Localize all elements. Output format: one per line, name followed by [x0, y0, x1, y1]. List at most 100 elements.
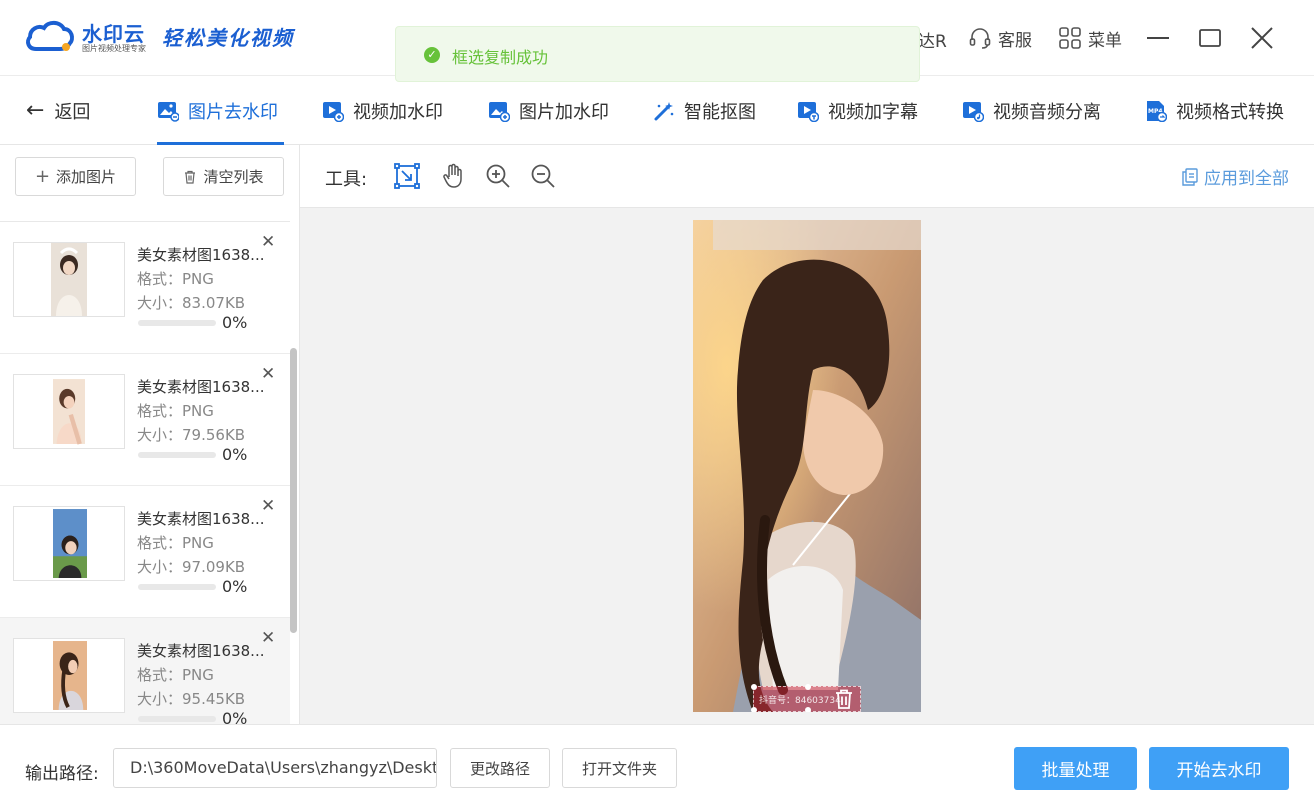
- video-subtitle-icon: [798, 102, 819, 122]
- progress-bar: [138, 584, 216, 590]
- remove-file-icon[interactable]: ✕: [261, 366, 275, 383]
- menu-button[interactable]: 菜单: [1058, 24, 1122, 52]
- file-thumbnail: [13, 638, 125, 713]
- remove-file-icon[interactable]: ✕: [261, 630, 275, 647]
- batch-process-button[interactable]: 批量处理: [1014, 747, 1137, 790]
- remove-file-icon[interactable]: ✕: [261, 498, 275, 515]
- file-size: 大小：95.45KB: [137, 690, 246, 708]
- maximize-icon: [1199, 29, 1221, 47]
- file-thumbnail: [13, 374, 125, 449]
- file-list-item[interactable]: 美女素材图1638... 格式：PNG 大小：97.09KB 0% ✕: [0, 486, 290, 618]
- file-list-item[interactable]: 美女素材图1638... 格式：PNG 大小：83.07KB 0% ✕: [0, 222, 290, 354]
- resize-handle[interactable]: [751, 684, 757, 690]
- start-remove-watermark-button[interactable]: 开始去水印: [1149, 747, 1289, 790]
- delete-selection-icon[interactable]: [833, 688, 855, 710]
- tab-video-add-subtitle[interactable]: 视频加字幕: [797, 96, 918, 126]
- zoom-in-tool[interactable]: [484, 162, 512, 190]
- file-name: 美女素材图1638...: [137, 246, 265, 264]
- thumbnail-image: [51, 243, 87, 316]
- tab-label: 视频加字幕: [828, 102, 918, 123]
- customer-service-label: 客服: [998, 30, 1032, 51]
- headset-icon: [969, 28, 991, 49]
- progress-percent: 0%: [222, 709, 248, 725]
- tab-video-add-watermark[interactable]: 视频加水印: [322, 96, 443, 126]
- add-image-label: 添加图片: [56, 168, 117, 186]
- progress-percent: 0%: [222, 313, 248, 332]
- file-list-item-selected[interactable]: 美女素材图1638... 格式：PNG 大小：95.45KB 0% ✕: [0, 618, 290, 725]
- tab-image-remove-watermark[interactable]: 图片去水印: [157, 96, 278, 126]
- clear-list-label: 清空列表: [203, 168, 264, 186]
- tab-video-audio-separate[interactable]: 视频音频分离: [962, 96, 1101, 126]
- tab-label: 图片去水印: [188, 102, 278, 123]
- file-name: 美女素材图1638...: [137, 642, 265, 660]
- video-add-icon: [323, 102, 344, 122]
- tab-smart-cutout[interactable]: 智能抠图: [653, 96, 756, 126]
- close-window-button[interactable]: [1244, 20, 1280, 56]
- file-size: 大小：83.07KB: [137, 294, 246, 312]
- sidebar-scrollbar[interactable]: [290, 348, 297, 633]
- toast-message: 框选复制成功: [452, 48, 549, 67]
- back-button[interactable]: ← 返回: [26, 98, 90, 124]
- add-image-button[interactable]: + 添加图片: [15, 157, 136, 196]
- zoom-in-icon: [486, 164, 510, 188]
- thumbnail-image: [53, 641, 87, 710]
- hand-tool[interactable]: [439, 162, 467, 190]
- tools-label: 工具:: [325, 169, 368, 190]
- check-circle-icon: ✓: [424, 47, 440, 63]
- close-icon: [1251, 27, 1273, 49]
- thumbnail-image: [53, 379, 85, 445]
- tab-image-add-watermark[interactable]: 图片加水印: [488, 96, 609, 126]
- apply-to-all-button[interactable]: 应用到全部: [1182, 164, 1289, 189]
- preview-canvas[interactable]: 抖音号：84603734: [300, 208, 1314, 724]
- arrow-left-icon: ←: [26, 98, 45, 123]
- progress-percent: 0%: [222, 445, 248, 464]
- plus-icon: +: [34, 166, 51, 187]
- app-window: 水印云 图片视频处理专家 轻松美化视频 达R 客服 菜单 ✓ 框选复制成功 ← …: [0, 0, 1314, 810]
- change-path-button[interactable]: 更改路径: [450, 748, 550, 788]
- footer-bar: 输出路径: D:\360MoveData\Users\zhangyz\Deskt…: [0, 724, 1314, 810]
- image-icon: [158, 102, 179, 122]
- file-format: 格式：PNG: [137, 402, 214, 420]
- customer-service-button[interactable]: 客服: [968, 24, 1032, 52]
- progress-percent: 0%: [222, 577, 248, 596]
- file-format: 格式：PNG: [137, 666, 214, 684]
- preview-image: 抖音号：84603734: [693, 220, 921, 712]
- zoom-out-tool[interactable]: [529, 162, 557, 190]
- select-box-icon: [394, 163, 420, 189]
- copy-icon: [1182, 167, 1198, 186]
- resize-handle[interactable]: [805, 684, 811, 690]
- select-box-tool[interactable]: [393, 162, 421, 190]
- maximize-button[interactable]: [1192, 20, 1228, 56]
- file-thumbnail: [13, 242, 125, 317]
- file-name: 美女素材图1638...: [137, 378, 265, 396]
- clear-list-button[interactable]: 清空列表: [163, 157, 284, 196]
- resize-handle[interactable]: [805, 707, 811, 712]
- tab-label: 智能抠图: [684, 102, 756, 123]
- watermark-text: 抖音号：84603734: [759, 696, 841, 706]
- output-path-field[interactable]: D:\360MoveData\Users\zhangyz\Desktop: [113, 748, 437, 788]
- success-toast: ✓ 框选复制成功: [395, 26, 920, 82]
- tab-label: 视频格式转换: [1176, 102, 1284, 123]
- file-sidebar: + 添加图片 清空列表 美女素材图1638... 格式：PNG 大小：83.07…: [0, 145, 300, 725]
- open-folder-button[interactable]: 打开文件夹: [562, 748, 677, 788]
- progress-bar: [138, 716, 216, 722]
- tab-video-format-convert[interactable]: MP4 视频格式转换: [1145, 96, 1284, 126]
- user-name[interactable]: 达R: [918, 27, 947, 52]
- remove-file-icon[interactable]: ✕: [261, 234, 275, 251]
- editor-toolbar: 工具: 应用到全部: [300, 145, 1314, 208]
- logo-subtitle: 图片视频处理专家: [82, 44, 146, 53]
- progress-bar: [138, 320, 216, 326]
- tab-label: 图片加水印: [519, 102, 609, 123]
- file-list-item[interactable]: 美女素材图1638... 格式：PNG 大小：79.56KB 0% ✕: [0, 354, 290, 486]
- slogan: 轻松美化视频: [162, 26, 294, 50]
- output-path-label: 输出路径:: [25, 764, 99, 784]
- minimize-button[interactable]: [1140, 20, 1176, 56]
- image-add-icon: [489, 102, 510, 122]
- grid-menu-icon: [1059, 27, 1081, 49]
- menu-label: 菜单: [1088, 30, 1122, 51]
- resize-handle[interactable]: [751, 707, 757, 712]
- file-format: 格式：PNG: [137, 270, 214, 288]
- apply-to-all-label: 应用到全部: [1204, 169, 1289, 189]
- back-label: 返回: [54, 102, 91, 123]
- hand-icon: [443, 163, 462, 188]
